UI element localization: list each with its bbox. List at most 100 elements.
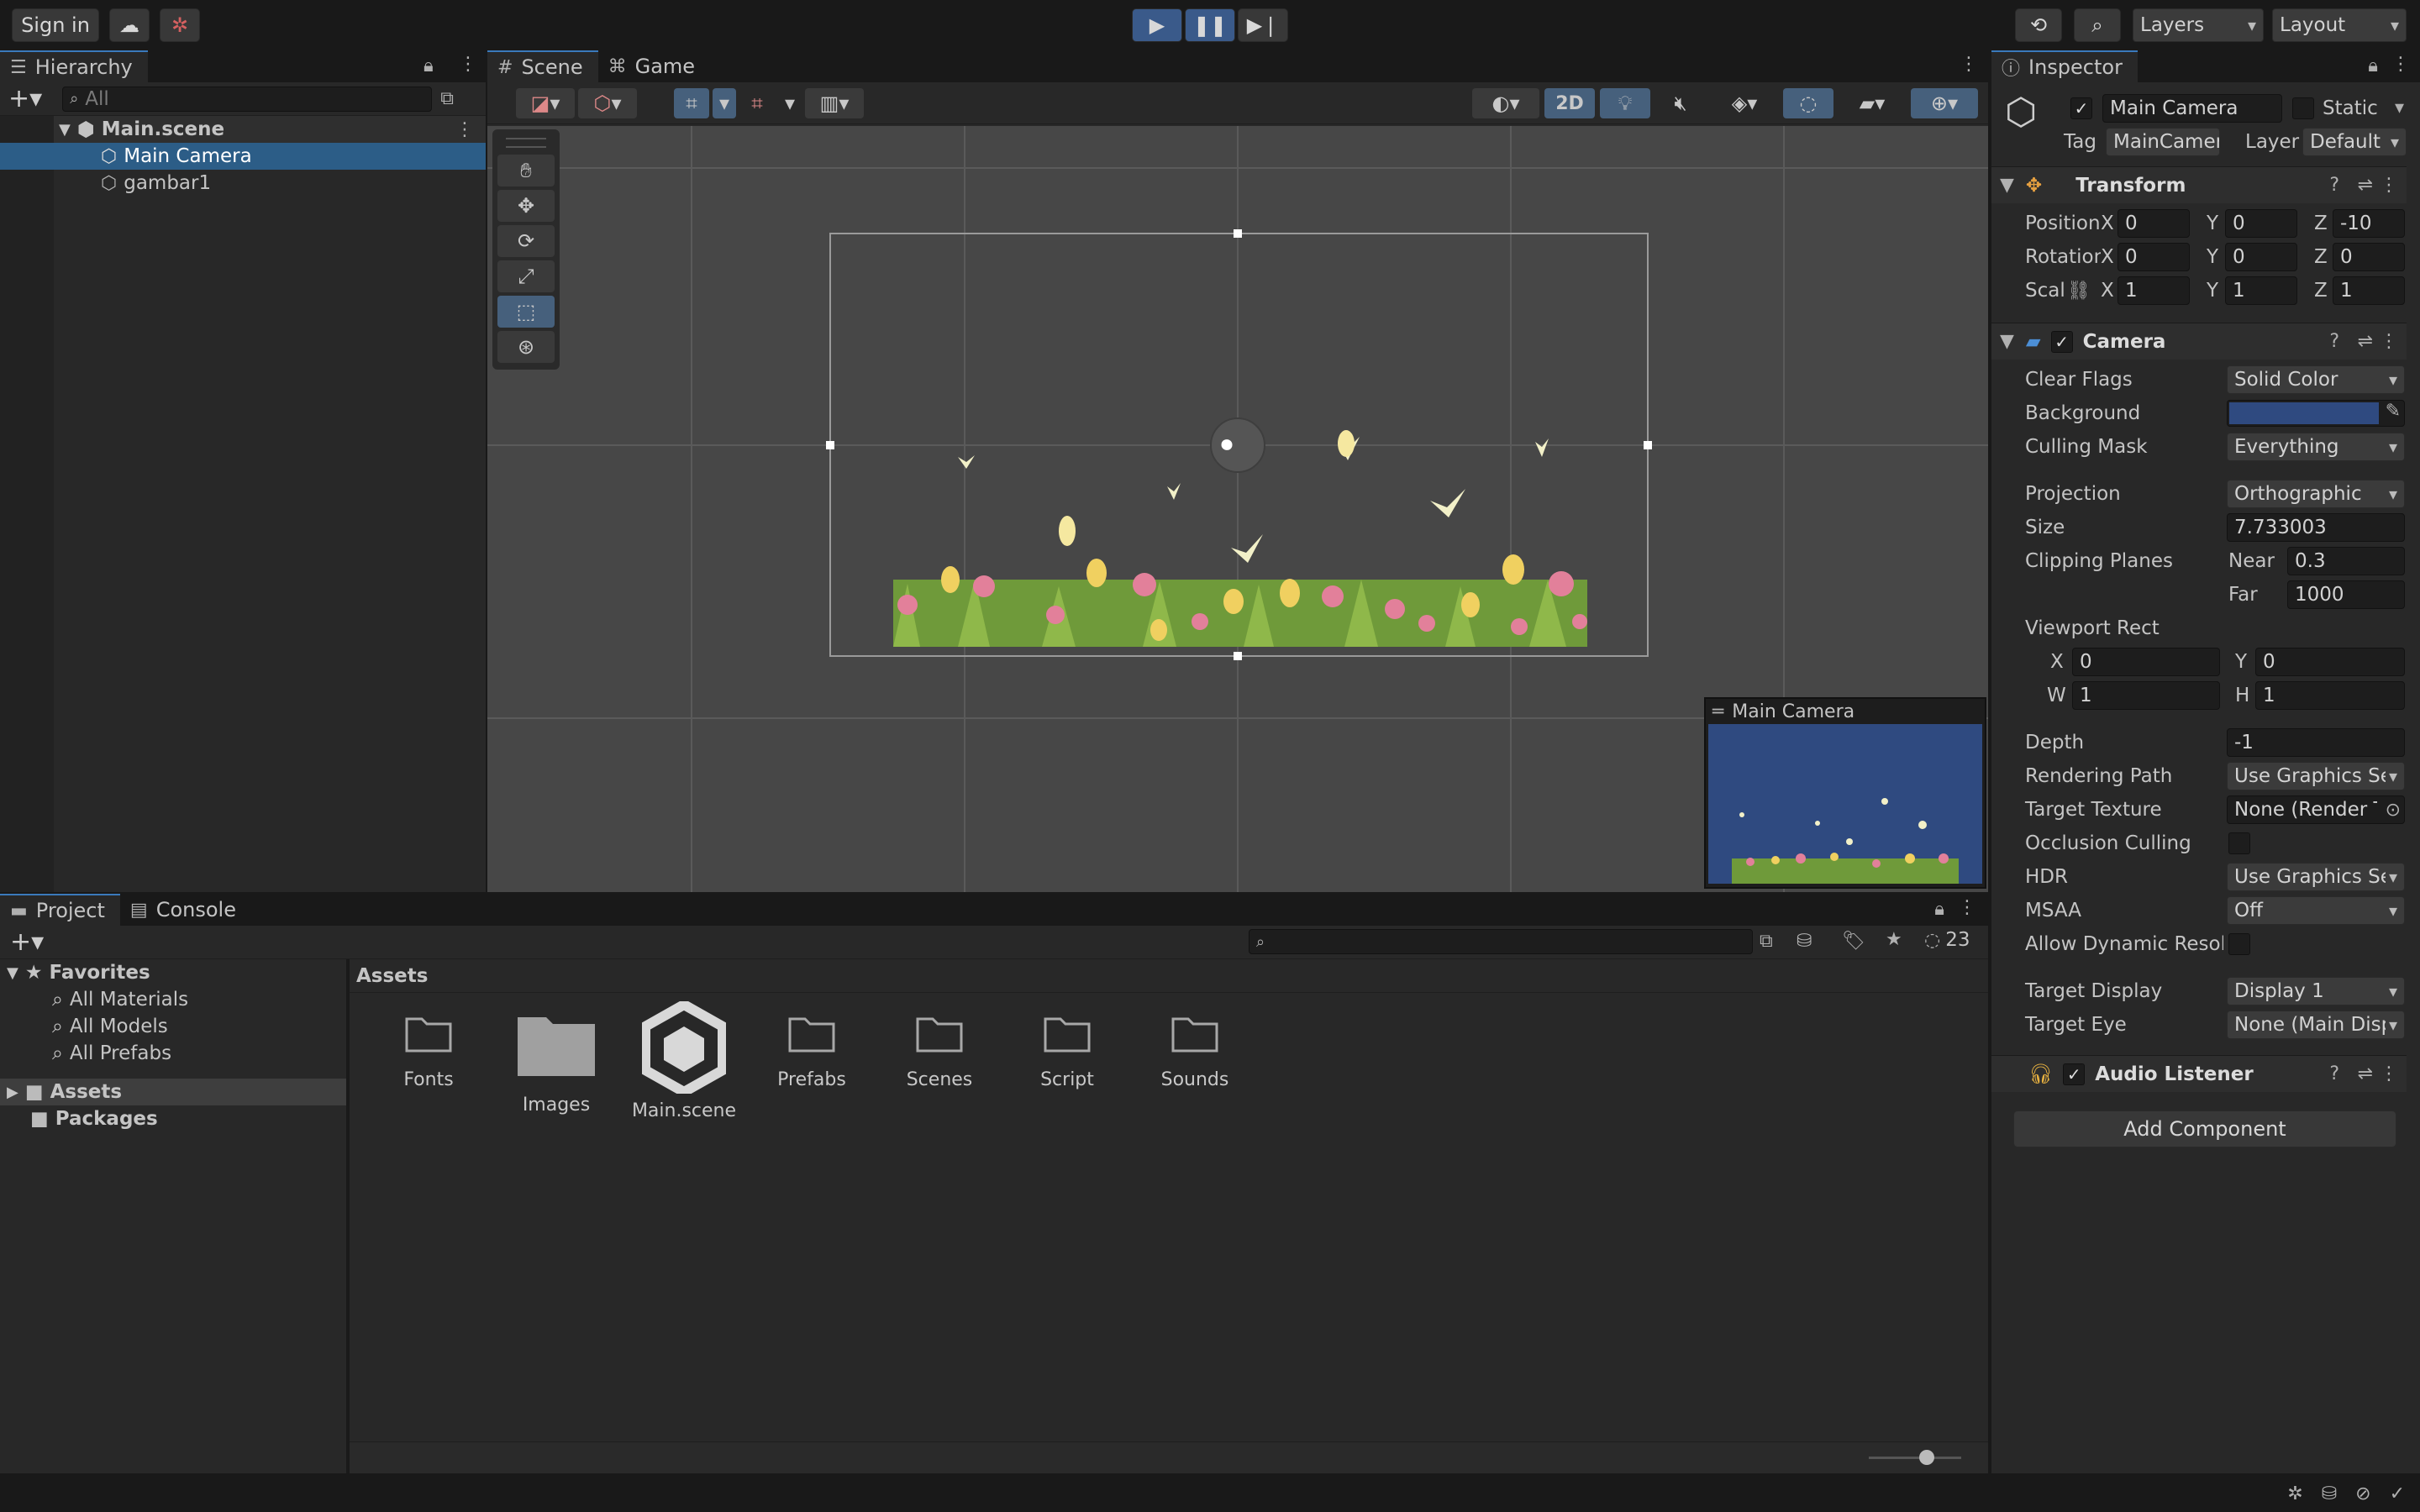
- rotation-y-input[interactable]: 0: [2225, 243, 2297, 271]
- favorite-star-icon[interactable]: ★: [1886, 929, 1902, 950]
- hierarchy-search-input[interactable]: ⌕ All: [62, 86, 433, 112]
- lighting-toggle-button[interactable]: 💡︎: [1600, 88, 1650, 118]
- more-icon[interactable]: ⋮: [459, 54, 477, 75]
- grid-snap-button[interactable]: ⌗: [674, 88, 709, 118]
- shading-button[interactable]: ◐ ▾: [1472, 88, 1539, 118]
- history-button[interactable]: ⟲: [2015, 8, 2062, 42]
- help-icon[interactable]: ?: [2329, 1063, 2339, 1084]
- check-circle-icon[interactable]: ✓: [2390, 1483, 2405, 1504]
- rect-tool-button[interactable]: ⬚: [497, 296, 555, 328]
- hierarchy-item[interactable]: ⬡ Main Camera: [0, 143, 486, 170]
- presets-icon[interactable]: ⇌: [2358, 331, 2373, 352]
- lock-icon[interactable]: 🔒︎: [1934, 899, 1944, 920]
- create-asset-button[interactable]: +▾: [10, 927, 44, 957]
- tree-divider[interactable]: [346, 959, 350, 1473]
- 2d-toggle-button[interactable]: 2D: [1544, 88, 1595, 118]
- tab-scene[interactable]: # Scene: [487, 50, 598, 82]
- network-icon[interactable]: ⊘: [2355, 1483, 2370, 1504]
- help-icon[interactable]: ?: [2329, 175, 2339, 196]
- scale-x-input[interactable]: 1: [2118, 276, 2190, 305]
- pause-button[interactable]: ❚❚: [1185, 8, 1235, 42]
- rotation-x-input[interactable]: 0: [2118, 243, 2190, 271]
- component-more-icon[interactable]: ⋮: [2380, 175, 2398, 196]
- drag-handle-icon[interactable]: ═: [1712, 701, 1723, 722]
- occlusion-culling-checkbox[interactable]: [2228, 832, 2250, 854]
- size-input[interactable]: 7.733003: [2227, 513, 2405, 542]
- move-tool-button[interactable]: ✥: [497, 190, 555, 222]
- more-icon[interactable]: ⋮: [2391, 54, 2410, 75]
- static-dropdown-icon[interactable]: ▾: [2395, 97, 2404, 118]
- transform-header[interactable]: ▼ ✥ Transform ? ⇌ ⋮: [1991, 166, 2407, 203]
- layers-dropdown[interactable]: Layers: [2133, 8, 2264, 42]
- collab-button[interactable]: ✲: [160, 8, 200, 42]
- more-icon[interactable]: ⋮: [1960, 54, 1978, 75]
- list-item[interactable]: ⌕ All Prefabs: [0, 1040, 346, 1067]
- audio-listener-checkbox[interactable]: ✓: [2063, 1063, 2086, 1085]
- hand-tool-button[interactable]: ✋︎: [497, 155, 555, 186]
- target-texture-field[interactable]: None (Render Texture) ⊙: [2227, 795, 2405, 824]
- step-button[interactable]: ▶❘: [1238, 8, 1288, 42]
- rotate-tool-button[interactable]: ⟳: [497, 225, 555, 257]
- target-display-dropdown[interactable]: Display 1: [2227, 977, 2405, 1005]
- scene-viewport[interactable]: ⏺ ✋︎ ✥ ⟳ ⤢ ⬚ ⊛ ═ Main Camera: [487, 126, 1988, 892]
- projection-dropdown[interactable]: Orthographic: [2227, 480, 2405, 508]
- asset-item[interactable]: Prefabs: [757, 1012, 866, 1090]
- viewport-h-input[interactable]: 1: [2255, 681, 2405, 710]
- asset-item[interactable]: Images: [502, 1012, 611, 1116]
- asset-item[interactable]: Main.scene: [629, 999, 739, 1121]
- audio-listener-header[interactable]: 🎧︎ ✓ Audio Listener ? ⇌ ⋮: [1991, 1055, 2407, 1092]
- list-item[interactable]: ⌕ All Materials: [0, 986, 346, 1013]
- asset-item[interactable]: Scenes: [885, 1012, 994, 1090]
- dynamic-resolution-checkbox[interactable]: [2228, 933, 2250, 955]
- clear-flags-dropdown[interactable]: Solid Color: [2227, 365, 2405, 394]
- presets-icon[interactable]: ⇌: [2358, 175, 2373, 196]
- tab-console[interactable]: ▤ Console: [120, 894, 251, 926]
- render-mode-button[interactable]: ⬡ ▾: [578, 88, 637, 118]
- near-input[interactable]: 0.3: [2287, 547, 2405, 575]
- zoom-slider-handle[interactable]: [1919, 1450, 1934, 1465]
- scene-search-icon[interactable]: ⧉: [440, 88, 454, 109]
- scale-tool-button[interactable]: ⤢: [497, 260, 555, 292]
- audio-toggle-button[interactable]: 🔇︎: [1655, 88, 1706, 118]
- position-y-input[interactable]: 0: [2225, 209, 2297, 238]
- transform-tool-button[interactable]: ⊛: [497, 331, 555, 363]
- camera-gizmo-icon[interactable]: [1237, 438, 1239, 440]
- filter-type-icon[interactable]: ⛁: [1797, 931, 1812, 952]
- draw-mode-button[interactable]: ◪ ▾: [516, 88, 575, 118]
- hidden-objects-button[interactable]: ◌: [1783, 88, 1833, 118]
- search-scope-icon[interactable]: ⧉: [1760, 931, 1773, 952]
- component-more-icon[interactable]: ⋮: [2380, 1063, 2398, 1084]
- add-icon[interactable]: +▾: [8, 84, 42, 113]
- msaa-dropdown[interactable]: Off: [2227, 896, 2405, 925]
- lock-icon[interactable]: 🔒︎: [2368, 55, 2378, 76]
- asset-item[interactable]: Sounds: [1140, 1012, 1249, 1090]
- scene-row[interactable]: ▼ ⬢ Main.scene ⋮: [54, 116, 486, 143]
- hidden-packages-toggle[interactable]: ◌ 23: [1924, 929, 1970, 951]
- zoom-slider[interactable]: [1869, 1457, 1961, 1459]
- lock-icon[interactable]: 🔒︎: [424, 55, 434, 76]
- viewport-w-input[interactable]: 1: [2072, 681, 2220, 710]
- hdr-dropdown[interactable]: Use Graphics Settings: [2227, 863, 2405, 891]
- target-eye-dropdown[interactable]: None (Main Display): [2227, 1011, 2405, 1039]
- tab-game[interactable]: ⌘ Game: [598, 50, 710, 82]
- tag-dropdown[interactable]: MainCamera: [2106, 128, 2220, 156]
- increment-snap-button[interactable]: ⌗: [739, 88, 775, 118]
- project-search-input[interactable]: ⌕: [1249, 929, 1753, 954]
- drag-handle[interactable]: [506, 138, 546, 148]
- increment-snap-dropdown[interactable]: ▾: [778, 88, 802, 118]
- position-z-input[interactable]: -10: [2333, 209, 2405, 238]
- camera-settings-button[interactable]: ▰ ▾: [1839, 88, 1906, 118]
- hierarchy-item[interactable]: ⬡ gambar1: [54, 170, 486, 197]
- component-more-icon[interactable]: ⋮: [2380, 331, 2398, 352]
- link-icon[interactable]: ⛓: [2067, 281, 2091, 302]
- play-button[interactable]: ▶: [1132, 8, 1182, 42]
- grid-snap-dropdown[interactable]: ▾: [713, 88, 736, 118]
- tab-inspector[interactable]: ⓘ Inspector: [1991, 50, 2138, 82]
- far-input[interactable]: 1000: [2287, 580, 2405, 609]
- effects-button[interactable]: ◈ ▾: [1711, 88, 1778, 118]
- search-button[interactable]: ⌕: [2074, 8, 2121, 42]
- active-checkbox[interactable]: ✓: [2070, 97, 2092, 119]
- object-picker-icon[interactable]: ⊙: [2386, 800, 2401, 821]
- assets-folder-row[interactable]: ▶ ■ Assets: [0, 1079, 346, 1105]
- viewport-y-input[interactable]: 0: [2255, 648, 2405, 676]
